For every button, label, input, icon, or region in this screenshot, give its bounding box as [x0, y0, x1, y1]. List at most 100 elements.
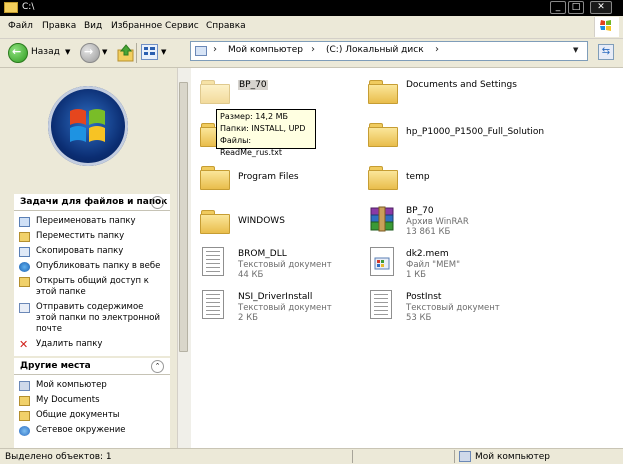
maximize-button[interactable]: □	[568, 1, 584, 14]
file-item-folder[interactable]: Program Files	[198, 162, 348, 192]
folder-icon	[366, 119, 398, 147]
tasks-panel-title: Задачи для файлов и папок	[20, 197, 168, 207]
minimize-button[interactable]: _	[550, 1, 566, 14]
text-document-icon	[202, 247, 224, 276]
task-pane: Задачи для файлов и папок ⌃ Переименоват…	[0, 68, 190, 448]
collapse-icon[interactable]: ⌃	[151, 360, 164, 373]
file-name: NSI_DriverInstall	[238, 292, 313, 302]
windows-flag-icon	[594, 17, 619, 37]
file-size: 53 КБ	[406, 313, 432, 323]
place-label: Сетевое окружение	[36, 425, 126, 435]
chevron-right-icon[interactable]: ›	[435, 44, 439, 55]
place-label: Мой компьютер	[36, 380, 107, 390]
place-label: My Documents	[36, 395, 100, 405]
file-type: Текстовый документ	[238, 260, 332, 270]
toolbar-separator	[136, 43, 137, 63]
file-item-folder[interactable]: temp	[366, 162, 516, 192]
back-button[interactable]: ←	[8, 43, 28, 63]
file-name: temp	[406, 172, 430, 182]
menu-bar: Файл Правка Вид Избранное Сервис Справка	[0, 16, 623, 39]
computer-icon	[459, 451, 471, 462]
task-delete-folder[interactable]: ✕ Удалить папку	[14, 337, 170, 352]
file-type: Текстовый документ	[238, 303, 332, 313]
folder-icon	[4, 2, 18, 13]
folder-up-icon[interactable]	[116, 43, 136, 63]
address-dropdown-icon[interactable]: ▼	[573, 46, 578, 54]
back-dropdown-icon[interactable]: ▼	[65, 48, 70, 56]
file-size: 2 КБ	[238, 313, 258, 323]
file-item-text[interactable]: PostInst Текстовый документ 53 КБ	[366, 290, 526, 324]
task-label: Открыть общий доступ к этой папке	[36, 276, 149, 297]
place-shared-documents[interactable]: Общие документы	[14, 408, 170, 423]
menu-help[interactable]: Справка	[206, 21, 246, 31]
other-places-panel: Другие места ⌃ Мой компьютер My Document…	[14, 358, 170, 448]
task-share-folder[interactable]: Открыть общий доступ к этой папке	[14, 274, 170, 300]
menu-tools[interactable]: Сервис	[165, 21, 199, 31]
task-move-folder[interactable]: Переместить папку	[14, 229, 170, 244]
folder-icon	[198, 76, 230, 104]
folder-info-tooltip: Размер: 14,2 МБ Папки: INSTALL, UPD Файл…	[216, 109, 316, 157]
go-button[interactable]: ⇆	[598, 44, 614, 60]
forward-button[interactable]: →	[80, 43, 100, 63]
task-label: Скопировать папку	[36, 246, 124, 256]
file-name: dk2.mem	[406, 249, 449, 259]
close-button[interactable]: ✕	[590, 1, 612, 14]
window-title: C:\	[22, 2, 35, 12]
place-network[interactable]: Сетевое окружение	[14, 423, 170, 438]
forward-dropdown-icon[interactable]: ▼	[102, 48, 107, 56]
file-name: BP_70	[238, 80, 268, 90]
folder-icon	[19, 411, 30, 421]
move-icon	[19, 232, 30, 242]
views-icon[interactable]	[141, 44, 158, 60]
file-name: BP_70	[406, 206, 434, 216]
delete-icon: ✕	[19, 338, 29, 351]
arrow-right-icon: →	[84, 45, 94, 58]
place-my-computer[interactable]: Мой компьютер	[14, 378, 170, 393]
task-email-folder[interactable]: Отправить содержимое этой папки по элект…	[14, 300, 170, 337]
status-bar: Выделено объектов: 1 Мой компьютер	[0, 448, 623, 464]
file-type: Файл "MEM"	[406, 260, 461, 270]
file-type: Текстовый документ	[406, 303, 500, 313]
tasks-panel-header[interactable]: Задачи для файлов и папок ⌃	[14, 194, 170, 211]
address-bar[interactable]: › Мой компьютер › (C:) Локальный диск › …	[190, 41, 588, 61]
breadcrumb-my-computer[interactable]: Мой компьютер	[228, 45, 303, 55]
folder-icon	[366, 76, 398, 104]
file-item-folder[interactable]: Documents and Settings	[366, 76, 616, 106]
file-item-folder[interactable]: WINDOWS	[198, 206, 348, 236]
back-label[interactable]: Назад	[31, 47, 60, 57]
collapse-icon[interactable]: ⌃	[151, 196, 164, 209]
other-places-header[interactable]: Другие места ⌃	[14, 358, 170, 375]
status-selection: Выделено объектов: 1	[5, 452, 112, 462]
task-label: Удалить папку	[36, 339, 103, 349]
task-publish-web[interactable]: Опубликовать папку в вебе	[14, 259, 170, 274]
chevron-right-icon[interactable]: ›	[311, 44, 315, 55]
breadcrumb-local-disk[interactable]: (C:) Локальный диск	[326, 45, 424, 55]
menu-edit[interactable]: Правка	[42, 21, 76, 31]
file-item-text[interactable]: BROM_DLL Текстовый документ 44 КБ	[198, 247, 358, 281]
file-item-archive[interactable]: BP_70 Архив WinRAR 13 861 КБ	[366, 204, 566, 238]
menu-file[interactable]: Файл	[8, 21, 33, 31]
arrow-left-icon: ←	[12, 45, 22, 58]
menu-favorites[interactable]: Избранное	[111, 21, 162, 31]
file-name: Documents and Settings	[406, 80, 517, 90]
file-item-mem[interactable]: dk2.mem Файл "MEM" 1 КБ	[366, 247, 526, 281]
task-copy-folder[interactable]: Скопировать папку	[14, 244, 170, 259]
title-bar[interactable]: C:\ _ □ ✕	[0, 0, 623, 16]
task-label: Переместить папку	[36, 231, 125, 241]
place-my-documents[interactable]: My Documents	[14, 393, 170, 408]
menu-view[interactable]: Вид	[84, 21, 102, 31]
windows-logo-icon	[48, 86, 128, 166]
tasks-panel: Задачи для файлов и папок ⌃ Переименоват…	[14, 194, 170, 356]
file-item-folder[interactable]: BP_70	[198, 76, 348, 106]
share-icon	[19, 277, 30, 287]
file-item-folder[interactable]: hp_P1000_P1500_Full_Solution	[366, 119, 616, 149]
views-dropdown-icon[interactable]: ▼	[161, 48, 166, 56]
file-item-text[interactable]: NSI_DriverInstall Текстовый документ 2 К…	[198, 290, 358, 324]
scrollbar-thumb[interactable]	[179, 82, 188, 352]
chevron-right-icon[interactable]: ›	[213, 44, 217, 55]
network-icon	[19, 426, 30, 436]
computer-icon	[195, 46, 207, 56]
explorer-window: C:\ _ □ ✕ Файл Правка Вид Избранное Серв…	[0, 0, 623, 464]
task-rename-folder[interactable]: Переименовать папку	[14, 214, 170, 229]
place-label: Общие документы	[36, 410, 120, 420]
